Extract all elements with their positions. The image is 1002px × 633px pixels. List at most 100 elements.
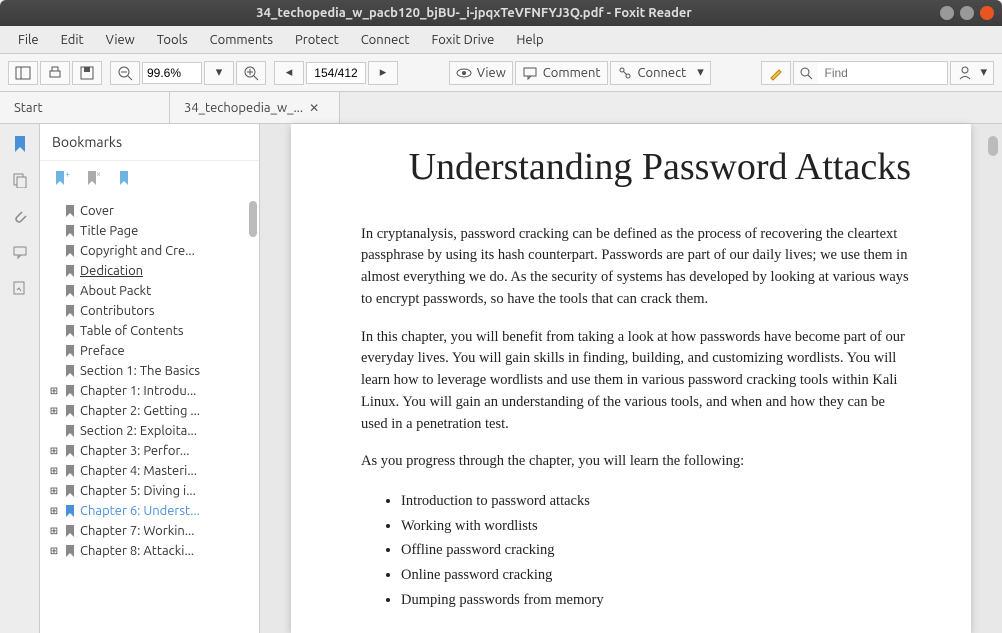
expand-icon[interactable]: ⊞ xyxy=(48,405,60,417)
bookmark-item[interactable]: Table of Contents xyxy=(44,321,259,341)
menu-help[interactable]: Help xyxy=(506,29,553,51)
bookmark-label: Chapter 3: Perfor... xyxy=(80,444,189,458)
zoom-in-button[interactable] xyxy=(236,61,266,85)
menu-edit[interactable]: Edit xyxy=(51,29,94,51)
bookmark-label: Chapter 6: Underst... xyxy=(80,504,200,518)
user-menu-button[interactable]: ▾ xyxy=(950,61,994,85)
doc-bullet-item: Introduction to password attacks xyxy=(401,489,911,514)
tab-start[interactable]: Start xyxy=(0,92,170,123)
bookmark-item[interactable]: Cover xyxy=(44,201,259,221)
bookmark-item[interactable]: ⊞ Chapter 6: Underst... xyxy=(44,501,259,521)
connect-icon xyxy=(617,65,633,81)
doc-para-2: In this chapter, you will benefit from t… xyxy=(361,327,911,436)
bookmark-item[interactable]: Copyright and Cre... xyxy=(44,241,259,261)
highlight-button[interactable] xyxy=(761,61,791,85)
pages-rail-icon[interactable] xyxy=(10,170,30,190)
doc-bullet-item: Offline password cracking xyxy=(401,538,911,563)
expand-bookmarks-icon[interactable] xyxy=(116,169,134,187)
menu-file[interactable]: File xyxy=(8,29,49,51)
expand-icon[interactable]: ⊞ xyxy=(48,525,60,537)
bookmark-label: Section 2: Exploita... xyxy=(80,424,197,438)
document-viewport[interactable]: Understanding Password Attacks In crypta… xyxy=(260,124,1002,633)
expand-icon[interactable]: ⊞ xyxy=(48,445,60,457)
zoom-group: ▾ xyxy=(110,61,266,85)
title-bar: 34_techopedia_w_pacb120_bjBU-_i-jpqxTeVF… xyxy=(0,0,1002,26)
bookmark-item[interactable]: ⊞Chapter 1: Introdu... xyxy=(44,381,259,401)
bookmark-item[interactable]: ⊞ Chapter 3: Perfor... xyxy=(44,441,259,461)
pdf-page: Understanding Password Attacks In crypta… xyxy=(291,124,971,633)
prev-page-button[interactable]: ◂ xyxy=(274,61,304,85)
zoom-out-button[interactable] xyxy=(110,61,140,85)
tab-close-icon[interactable]: ✕ xyxy=(309,101,319,115)
bookmark-item[interactable]: ⊞Chapter 5: Diving i... xyxy=(44,481,259,501)
bookmarks-toolbar: + × xyxy=(40,161,259,195)
expand-icon[interactable]: ⊞ xyxy=(48,465,60,477)
bookmark-item[interactable]: ⊞Chapter 2: Getting ... xyxy=(44,401,259,421)
close-button[interactable] xyxy=(980,6,994,20)
doc-bullet-list: Introduction to password attacksWorking … xyxy=(401,489,911,612)
eye-icon xyxy=(456,65,472,81)
bookmarks-tree[interactable]: CoverTitle Page Copyright and Cre... Dedic… xyxy=(40,195,259,633)
connect-mode-button[interactable]: Connect▾ xyxy=(610,61,711,85)
bookmark-item[interactable]: ⊞ Chapter 7: Workin... xyxy=(44,521,259,541)
bookmark-icon xyxy=(64,444,76,458)
minimize-button[interactable] xyxy=(940,6,954,20)
menu-comments[interactable]: Comments xyxy=(200,29,283,51)
bookmark-item[interactable]: About Packt xyxy=(44,281,259,301)
bookmark-icon xyxy=(64,264,76,278)
delete-bookmark-icon[interactable]: × xyxy=(84,169,102,187)
bookmark-icon xyxy=(64,364,76,378)
bookmark-item[interactable]: Contributors xyxy=(44,301,259,321)
bookmark-label: Chapter 7: Workin... xyxy=(80,524,194,538)
page-input[interactable] xyxy=(306,62,366,84)
sidebar-rail xyxy=(0,124,40,633)
bookmark-icon xyxy=(64,484,76,498)
menu-tools[interactable]: Tools xyxy=(147,29,198,51)
expand-icon[interactable]: ⊞ xyxy=(48,485,60,497)
bookmarks-panel: Bookmarks + × CoverTitle PageCopyright a… xyxy=(40,124,260,633)
menu-connect[interactable]: Connect xyxy=(351,29,420,51)
print-button[interactable] xyxy=(40,61,70,85)
document-scrollbar[interactable] xyxy=(988,132,998,625)
bookmark-item[interactable]: Dedication xyxy=(44,261,259,281)
expand-icon[interactable]: ⊞ xyxy=(48,385,60,397)
signatures-rail-icon[interactable] xyxy=(10,278,30,298)
attachments-rail-icon[interactable] xyxy=(10,206,30,226)
bookmark-item[interactable]: Section 1: The Basics xyxy=(44,361,259,381)
bookmark-icon xyxy=(64,204,76,218)
comment-mode-button[interactable]: Comment xyxy=(515,61,608,85)
find-input[interactable] xyxy=(818,61,948,85)
comments-rail-icon[interactable] xyxy=(10,242,30,262)
view-mode-button[interactable]: View xyxy=(449,61,513,85)
bookmark-icon xyxy=(64,384,76,398)
bookmark-label: Chapter 4: Masteri... xyxy=(80,464,197,478)
bookmark-item[interactable]: Title Page xyxy=(44,221,259,241)
connect-mode-label: Connect xyxy=(638,66,687,80)
expand-icon[interactable]: ⊞ xyxy=(48,505,60,517)
bookmark-icon xyxy=(64,344,76,358)
menu-view[interactable]: View xyxy=(96,29,145,51)
add-bookmark-icon[interactable]: + xyxy=(52,169,70,187)
bookmark-item[interactable]: ⊞ Chapter 4: Masteri... xyxy=(44,461,259,481)
bookmarks-scrollbar[interactable] xyxy=(249,201,257,361)
bookmarks-rail-icon[interactable] xyxy=(10,134,30,154)
expand-icon[interactable]: ⊞ xyxy=(48,545,60,557)
bookmark-item[interactable]: Preface xyxy=(44,341,259,361)
bookmark-item[interactable]: ⊞Chapter 8: Attacki... xyxy=(44,541,259,561)
bookmark-item[interactable]: Section 2: Exploita... xyxy=(44,421,259,441)
save-button[interactable] xyxy=(72,61,102,85)
tab-document[interactable]: 34_techopedia_w_...✕ xyxy=(170,92,340,123)
menu-protect[interactable]: Protect xyxy=(285,29,349,51)
sidebar-toggle-button[interactable] xyxy=(8,61,38,85)
search-icon[interactable] xyxy=(793,61,818,85)
next-page-button[interactable]: ▸ xyxy=(368,61,398,85)
window-title: 34_techopedia_w_pacb120_bjBU-_i-jpqxTeVF… xyxy=(8,6,940,20)
menu-foxitdrive[interactable]: Foxit Drive xyxy=(421,29,504,51)
bookmark-label: About Packt xyxy=(80,284,151,298)
zoom-input[interactable] xyxy=(142,62,202,84)
maximize-button[interactable] xyxy=(960,6,974,20)
zoom-dropdown[interactable]: ▾ xyxy=(204,61,234,85)
bookmark-label: Preface xyxy=(80,344,125,358)
bookmark-label: Section 1: The Basics xyxy=(80,364,200,378)
bookmark-label: Copyright and Cre... xyxy=(80,244,195,258)
